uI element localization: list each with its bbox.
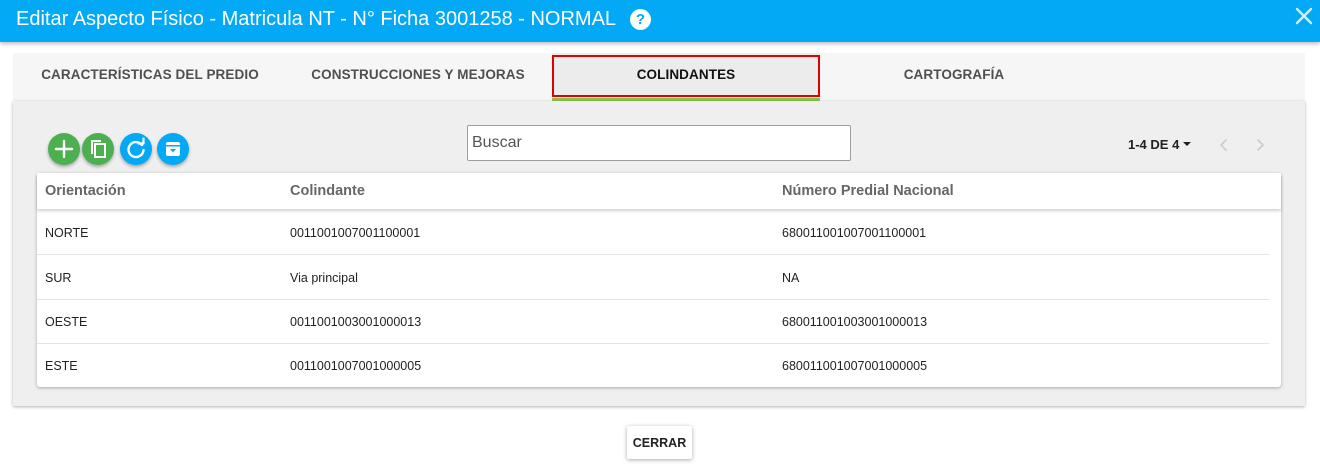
dialog-title: Editar Aspecto Físico - Matricula NT - N… bbox=[16, 8, 617, 30]
cell-orientacion: OESTE bbox=[45, 315, 88, 329]
previous-page-button[interactable] bbox=[1217, 137, 1231, 153]
tab-construcciones-y-mejoras[interactable]: CONSTRUCCIONES Y MEJORAS bbox=[284, 53, 552, 101]
next-page-button[interactable] bbox=[1253, 137, 1267, 153]
caret-down-icon bbox=[1183, 141, 1192, 146]
cell-colindante: 0011001007001100001 bbox=[290, 226, 421, 240]
tab-caracteristicas-del-predio[interactable]: CARACTERÍSTICAS DEL PREDIO bbox=[13, 53, 287, 101]
table-row[interactable]: SUR Via principal NA bbox=[37, 255, 1269, 300]
close-button[interactable]: CERRAR bbox=[627, 426, 692, 459]
cell-numero-predial: 680011001007001000005 bbox=[782, 359, 928, 373]
archive-button[interactable] bbox=[157, 133, 189, 165]
add-button[interactable] bbox=[48, 133, 80, 165]
cell-orientacion: SUR bbox=[45, 271, 72, 285]
colindantes-table: Orientación Colindante Número Predial Na… bbox=[37, 173, 1281, 387]
table-row[interactable]: NORTE 0011001007001100001 68001100100700… bbox=[37, 210, 1269, 255]
chevron-left-icon bbox=[1220, 139, 1227, 151]
table-row[interactable]: ESTE 0011001007001000005 680011001007001… bbox=[37, 343, 1269, 388]
refresh-button[interactable] bbox=[120, 133, 152, 165]
chevron-right-icon bbox=[1257, 139, 1264, 151]
cell-numero-predial: 680011001007001100001 bbox=[782, 226, 927, 240]
column-header-numero-predial[interactable]: Número Predial Nacional bbox=[782, 183, 954, 199]
tab-bar: CARACTERÍSTICAS DEL PREDIO CONSTRUCCIONE… bbox=[13, 53, 1305, 101]
table-row[interactable]: OESTE 0011001003001000013 68001100100300… bbox=[37, 299, 1269, 344]
copy-icon bbox=[91, 140, 106, 158]
cell-orientacion: NORTE bbox=[45, 226, 89, 240]
copy-button[interactable] bbox=[82, 133, 114, 165]
close-icon[interactable] bbox=[1294, 6, 1314, 26]
archive-icon bbox=[166, 142, 180, 156]
tab-colindantes[interactable]: COLINDANTES bbox=[552, 53, 820, 101]
help-icon[interactable]: ? bbox=[630, 9, 651, 30]
cell-colindante: 0011001003001000013 bbox=[290, 315, 422, 329]
search-input[interactable] bbox=[467, 125, 851, 161]
dialog-header: Editar Aspecto Físico - Matricula NT - N… bbox=[0, 0, 1320, 42]
tab-highlight-frame bbox=[552, 55, 820, 97]
refresh-icon bbox=[127, 137, 145, 159]
cell-colindante: Via principal bbox=[290, 271, 358, 285]
column-header-colindante[interactable]: Colindante bbox=[290, 183, 365, 199]
cell-numero-predial: 680011001003001000013 bbox=[782, 315, 928, 329]
add-icon bbox=[54, 139, 74, 159]
paginator-range-label: 1-4 DE 4 bbox=[1128, 137, 1180, 152]
paginator-range[interactable]: 1-4 DE 4 bbox=[1128, 137, 1192, 152]
tab-cartografia[interactable]: CARTOGRAFÍA bbox=[820, 53, 1088, 101]
cell-colindante: 0011001007001000005 bbox=[290, 359, 422, 373]
cell-numero-predial: NA bbox=[782, 271, 800, 285]
cell-orientacion: ESTE bbox=[45, 359, 78, 373]
column-header-orientacion[interactable]: Orientación bbox=[45, 183, 126, 199]
table-header: Orientación Colindante Número Predial Na… bbox=[37, 173, 1281, 209]
